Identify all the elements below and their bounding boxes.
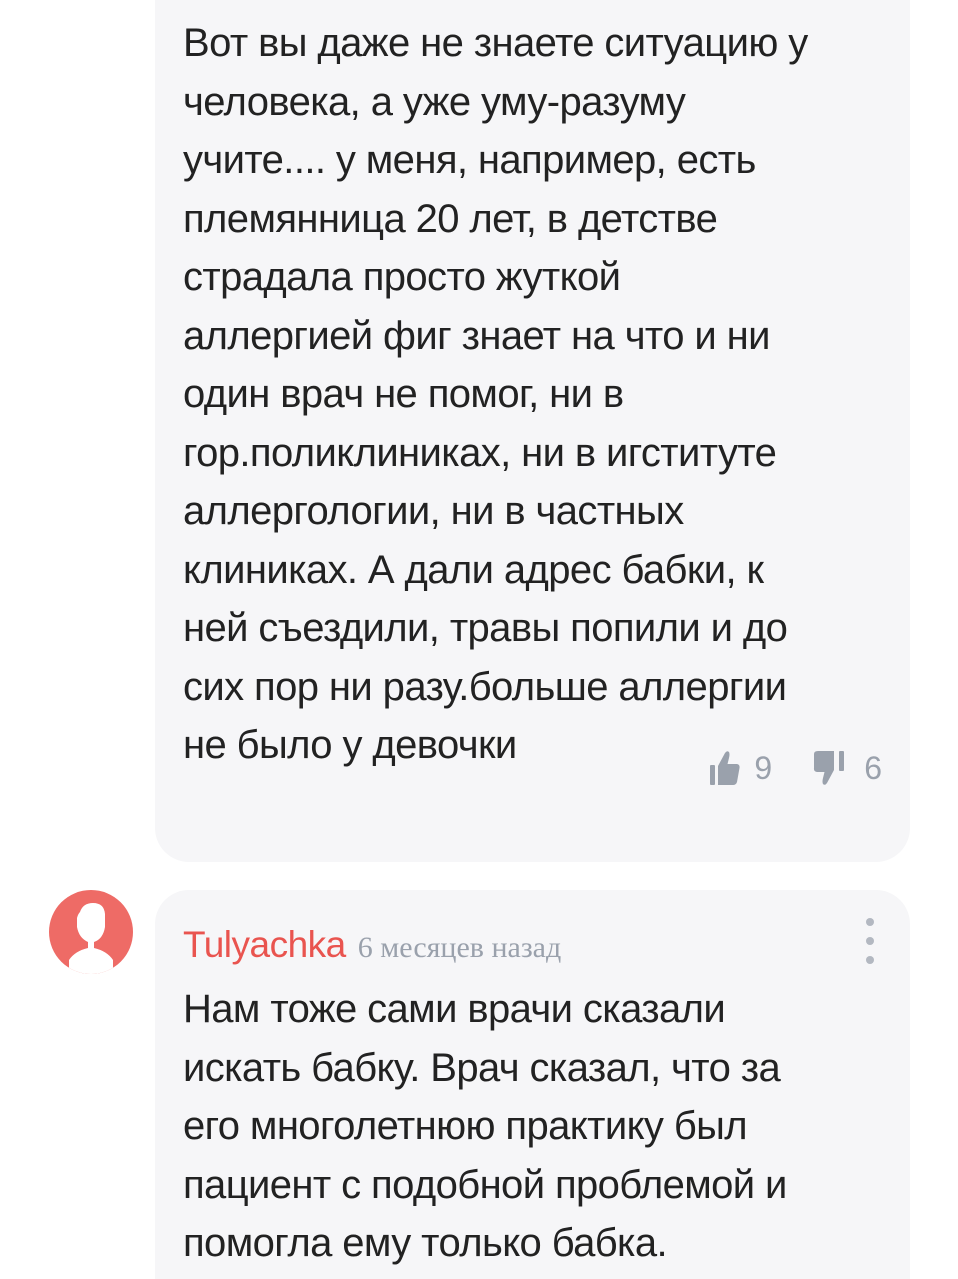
like-count: 9 [754,750,773,786]
comment-text: Нам тоже сами врачи сказали искать бабку… [183,987,787,1265]
more-options-button[interactable] [858,918,882,964]
comment-votes: 9 6 [708,748,882,788]
avatar[interactable] [49,890,133,974]
thumbs-down-icon [812,748,852,788]
comment-header: Tulyachka 6 месяцев назад [183,924,561,966]
comment-card: Tulyachka 6 месяцев назад Нам тоже сами … [155,890,910,1279]
comment-card: Вот вы даже не знаете ситуацию у человек… [155,0,910,862]
comment-timestamp: 6 месяцев назад [357,931,562,964]
more-vertical-icon [866,918,874,926]
thumbs-up-icon [708,748,742,788]
dislike-count: 6 [864,750,882,786]
user-silhouette-icon [49,903,133,974]
like-button[interactable]: 9 [708,748,772,788]
dislike-button[interactable]: 6 [812,748,882,788]
comments-feed: Вот вы даже не знаете ситуацию у человек… [0,0,958,1279]
comment-text: Вот вы даже не знаете ситуацию у человек… [183,21,808,767]
author-name[interactable]: Tulyachka [183,924,346,966]
